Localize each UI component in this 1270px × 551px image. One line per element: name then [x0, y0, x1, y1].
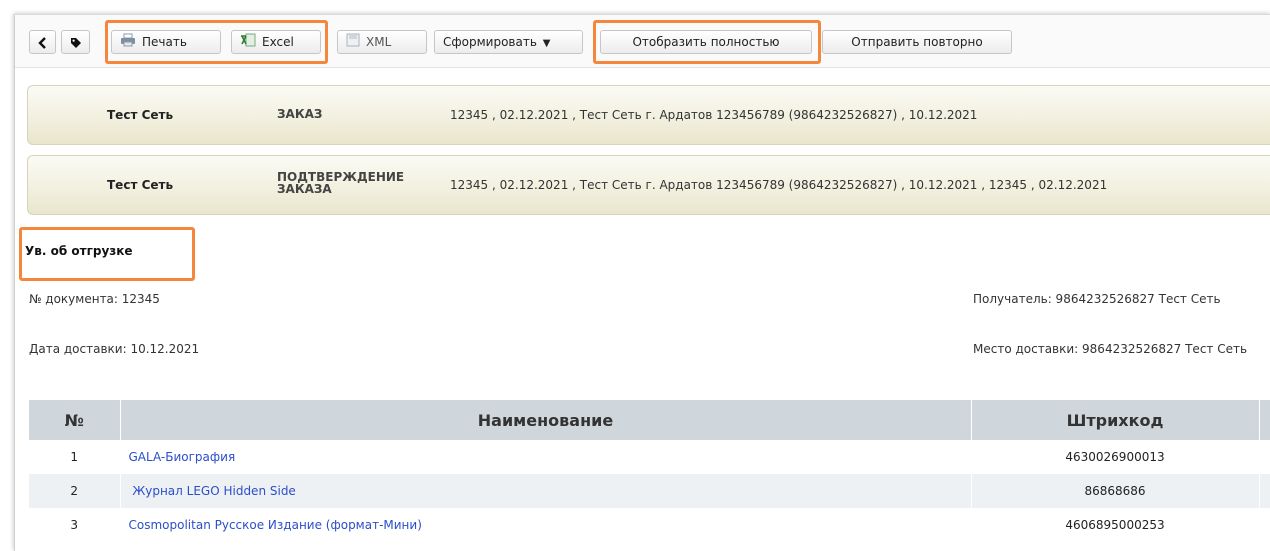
row-number: 2 [29, 474, 121, 508]
row-barcode: 4630026900013 [971, 440, 1260, 474]
item-name-link[interactable]: Журнал LEGO Hidden Side [129, 484, 296, 498]
card-doc-type-line2: ЗАКАЗА [277, 182, 332, 196]
document-card-order[interactable]: Тест Сеть ЗАКАЗ 12345 , 02.12.2021 , Тес… [27, 85, 1270, 145]
xml-label: XML [366, 35, 392, 49]
items-table: № Наименование Штрихкод 1 GALA-Биография… [29, 400, 1270, 542]
table-row: 2 Журнал LEGO Hidden Side 86868686 [29, 474, 1270, 508]
recipient: Получатель: 9864232526827 Тест Сеть [973, 292, 1221, 306]
tag-icon [70, 37, 81, 48]
column-header-name[interactable]: Наименование [120, 400, 972, 440]
column-header-barcode[interactable]: Штрихкод [971, 400, 1260, 440]
tag-button[interactable] [61, 30, 90, 54]
form-label: Сформировать [443, 35, 537, 49]
form-dropdown-button[interactable]: Сформировать ▼ [434, 30, 583, 54]
row-extra [1259, 440, 1270, 474]
back-arrow-icon [37, 36, 46, 49]
delivery-place: Место доставки: 9864232526827 Тест Сеть [973, 342, 1248, 356]
item-name-link[interactable]: GALA-Биография [129, 450, 236, 464]
excel-label: Excel [262, 35, 294, 49]
item-name-link[interactable]: Cosmopolitan Русское Издание (формат-Мин… [129, 518, 422, 532]
section-title: Ув. об отгрузке [25, 244, 133, 258]
xml-file-icon [346, 32, 360, 54]
row-extra [1259, 474, 1270, 508]
row-number: 1 [29, 440, 121, 474]
card-details: 12345 , 02.12.2021 , Тест Сеть г. Ардато… [450, 108, 978, 122]
toolbar: Печать Excel XML Сформировать ▼ Отобрази… [15, 15, 1270, 68]
xml-button[interactable]: XML [337, 30, 427, 54]
resend-label: Отправить повторно [851, 35, 983, 49]
document-card-confirmation[interactable]: Тест Сеть ПОДТВЕРЖДЕНИЕ ЗАКАЗА 12345 , 0… [27, 155, 1270, 215]
row-barcode: 4606895000253 [971, 508, 1260, 542]
column-header-number[interactable]: № [29, 400, 121, 440]
card-network: Тест Сеть [107, 108, 174, 122]
print-button[interactable]: Печать [111, 30, 221, 54]
doc-number: № документа: 12345 [29, 292, 160, 306]
row-extra [1259, 508, 1270, 542]
resend-button[interactable]: Отправить повторно [822, 30, 1012, 54]
table-header-row: № Наименование Штрихкод [29, 400, 1270, 440]
print-label: Печать [142, 35, 187, 49]
row-barcode: 86868686 [971, 474, 1260, 508]
document-viewer: Печать Excel XML Сформировать ▼ Отобрази… [14, 14, 1270, 551]
back-button[interactable] [29, 30, 56, 54]
excel-icon [240, 32, 256, 54]
table-row: 3 Cosmopolitan Русское Издание (формат-М… [29, 508, 1270, 542]
card-network: Тест Сеть [107, 178, 174, 192]
excel-button[interactable]: Excel [231, 30, 321, 54]
table-row: 1 GALA-Биография 4630026900013 [29, 440, 1270, 474]
chevron-down-icon: ▼ [542, 38, 551, 49]
delivery-date: Дата доставки: 10.12.2021 [29, 342, 200, 356]
show-full-label: Отобразить полностью [632, 35, 780, 49]
row-number: 3 [29, 508, 121, 542]
card-details: 12345 , 02.12.2021 , Тест Сеть г. Ардато… [450, 178, 1108, 192]
show-full-button[interactable]: Отобразить полностью [600, 30, 812, 54]
column-header-extra [1259, 400, 1270, 440]
card-doc-type: ЗАКАЗ [277, 107, 323, 121]
printer-icon [120, 32, 136, 54]
card-doc-type: ПОДТВЕРЖДЕНИЕ ЗАКАЗА [277, 171, 404, 195]
